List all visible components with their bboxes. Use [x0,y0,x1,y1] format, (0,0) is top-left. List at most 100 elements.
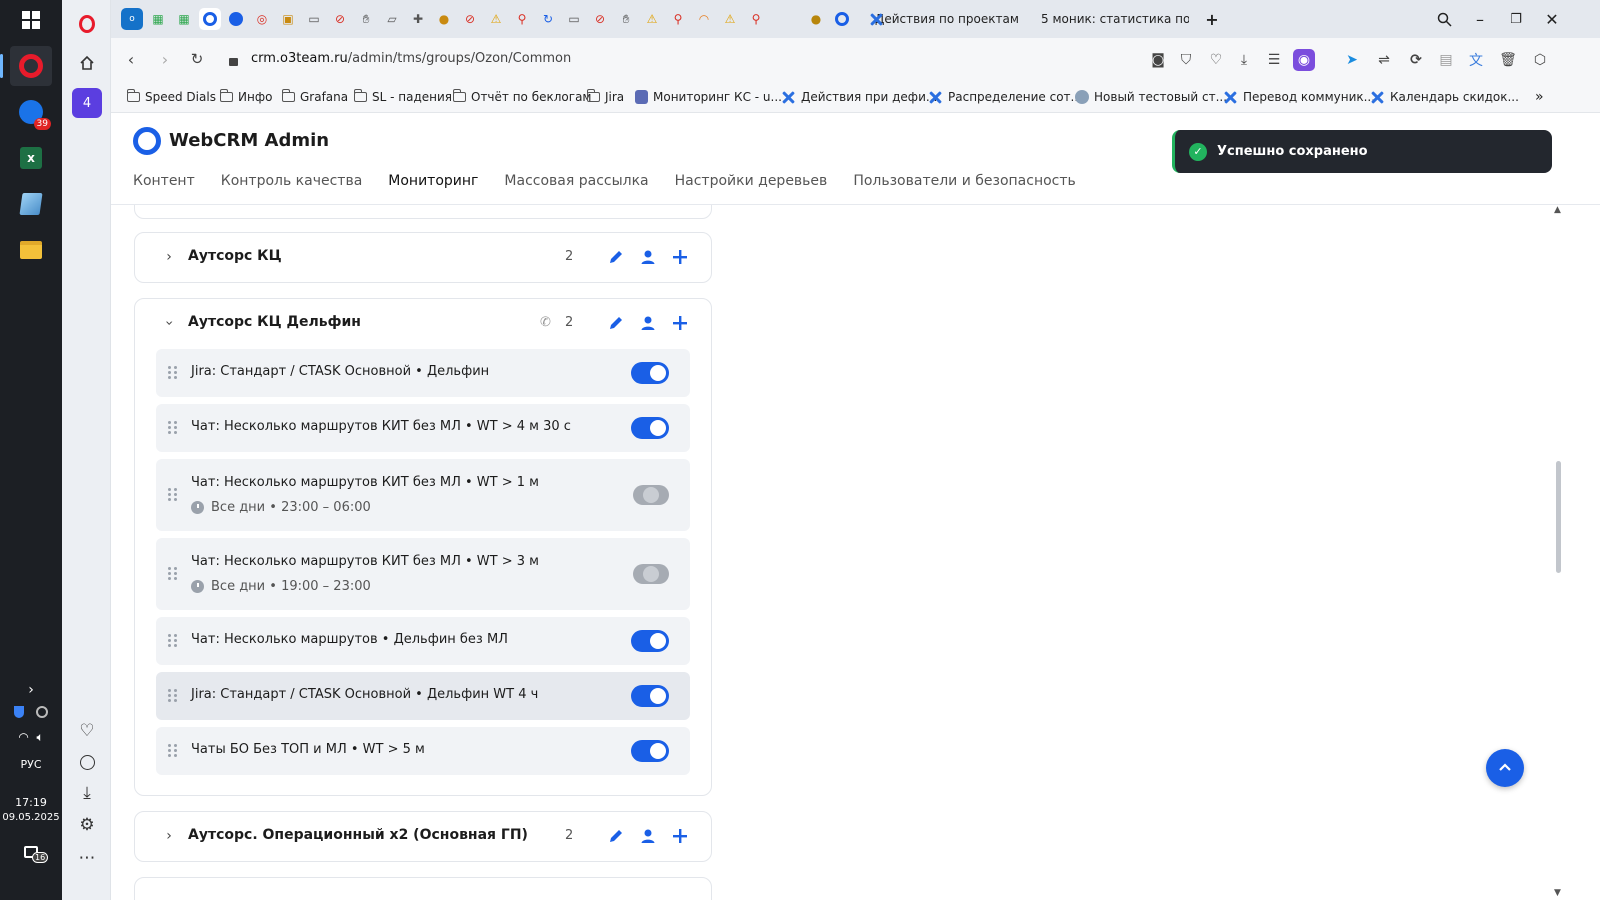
rule-enabled-toggle[interactable] [631,417,669,439]
scrollbar-thumb[interactable] [1556,461,1561,573]
drag-handle-icon[interactable] [168,421,178,435]
pinned-tab-12[interactable]: ↻ [537,8,559,30]
notifications-button[interactable]: 16 [0,846,62,863]
language-indicator[interactable]: РУС [0,758,62,771]
profile-button[interactable]: ◉ [1293,49,1315,71]
tab-statistics[interactable]: 5 моник: статистика по за [1029,5,1189,33]
drag-handle-icon[interactable] [168,488,178,502]
forward-button[interactable]: › [153,48,177,70]
bookmark-defect-actions[interactable]: Действия при дефи... [781,88,937,106]
group-header[interactable]: › Аутсорс КЦ 2 [135,233,711,281]
rule-row[interactable]: Чаты БО Без ТОП и МЛ • WT > 5 м [156,727,690,775]
rule-row[interactable]: Чат: Несколько маршрутов • Дельфин без М… [156,617,690,665]
taskbar-app[interactable] [10,184,52,224]
pinned-tab-5[interactable]: ✋︎ [355,8,377,30]
pinned-tab-21[interactable]: ● [805,8,827,30]
rule-row-hovered[interactable]: Jira: Стандарт / CTASK Основной • Дельфи… [156,672,690,720]
extension-translate[interactable]: 文 [1465,49,1487,71]
add-rule-button[interactable] [669,246,691,268]
pinned-tab-13[interactable]: ▭ [563,8,585,30]
settings-button[interactable]: ⚙ [71,809,103,841]
pinned-tab-19[interactable]: ⚠ [719,8,741,30]
new-tab-button[interactable]: + [1199,6,1225,32]
chevron-right-icon[interactable]: › [160,248,178,266]
close-window-button[interactable]: ✕ [1539,6,1565,32]
more-bookmarks-button[interactable]: » [1535,88,1544,106]
rule-row-scheduled[interactable]: Чат: Несколько маршрутов КИТ без МЛ • WT… [156,459,690,531]
rule-enabled-toggle[interactable] [631,630,669,652]
edit-group-button[interactable] [605,246,627,268]
add-rule-button[interactable] [669,825,691,847]
home-button[interactable] [71,47,103,79]
success-toast[interactable]: ✓ Успешно сохранено [1172,130,1552,173]
bookmark-info[interactable]: Инфо [220,88,272,106]
bookmark-monitoring[interactable]: Мониторинг КС - u... [635,88,782,106]
pinned-tab-20[interactable]: ⚲ [745,8,767,30]
group-header[interactable]: › Аутсорс КЦ Дельфин ✆ 2 [135,299,711,347]
pinned-tab-2[interactable]: ▣ [277,8,299,30]
pinned-tab-8[interactable]: ● [433,8,455,30]
pinned-tab-1[interactable]: ◎ [251,8,273,30]
bookmark-page-button[interactable]: ♡ [1205,49,1227,71]
snapshot-button[interactable]: ◙ [1147,49,1169,71]
start-button[interactable] [10,0,52,40]
taskbar-excel[interactable]: x [10,138,52,178]
downloads-button[interactable]: ⤓ [71,777,103,809]
rule-row-scheduled[interactable]: Чат: Несколько маршрутов КИТ без МЛ • WT… [156,538,690,610]
bookmark-new-test[interactable]: Новый тестовый ст... [1075,88,1227,106]
nav-content[interactable]: Контент [133,173,195,205]
rule-scheduled-toggle[interactable] [633,564,669,584]
security-shield-icon[interactable] [14,706,25,718]
add-rule-button[interactable] [669,312,691,334]
extension-telegram[interactable]: ➤ [1341,49,1363,71]
rule-enabled-toggle[interactable] [631,740,669,762]
pinned-tab-17[interactable]: ⚲ [667,8,689,30]
site-info-button[interactable] [221,48,245,70]
webcrm-logo-icon[interactable] [133,127,161,155]
pinned-tab-11[interactable]: ⚲ [511,8,533,30]
drag-handle-icon[interactable] [168,634,178,648]
pinned-tab-18[interactable]: ◠ [693,8,715,30]
pinned-tab-14[interactable]: ⊘ [589,8,611,30]
nav-users-security[interactable]: Пользователи и безопасность [853,173,1075,205]
scroll-up-arrow-icon[interactable]: ▲ [1554,205,1561,215]
pinned-tab-6[interactable]: ▱ [381,8,403,30]
pinned-tab-15[interactable]: ✋︎ [615,8,637,30]
bookmark-jira[interactable]: Jira [587,88,624,106]
bookmark-staff-distribution[interactable]: Распределение сот... [928,88,1082,106]
pinned-tab-jira[interactable] [225,8,247,30]
edit-group-button[interactable] [605,825,627,847]
nav-monitoring[interactable]: Мониторинг [388,173,479,206]
pinned-tab-sheets-2[interactable]: ▦ [173,8,195,30]
rule-scheduled-toggle[interactable] [633,485,669,505]
tray-expand-icon[interactable]: › [0,682,62,698]
taskbar-explorer[interactable] [10,230,52,270]
extension-2[interactable]: ⇌ [1373,49,1395,71]
favorites-button[interactable]: ♡ [71,715,103,747]
group-users-button[interactable] [637,825,659,847]
url-field[interactable]: crm.o3team.ru/admin/tms/groups/Ozon/Comm… [251,51,571,66]
clock-date[interactable]: 09.05.2025 [0,812,62,823]
group-header[interactable]: › Аутсорс. Операционный x2 (Основная ГП)… [135,812,711,860]
rule-row[interactable]: Чат: Несколько маршрутов КИТ без МЛ • WT… [156,404,690,452]
back-button[interactable]: ‹ [119,48,143,70]
drag-handle-icon[interactable] [168,567,178,581]
pinned-tab-3[interactable]: ▭ [303,8,325,30]
nav-mass-mailing[interactable]: Массовая рассылка [504,173,648,205]
taskbar-app-badge[interactable]: 39 [10,92,52,132]
bookmark-backlog-report[interactable]: Отчёт по беклогам [453,88,591,106]
edit-group-button[interactable] [605,312,627,334]
nav-quality-control[interactable]: Контроль качества [221,173,363,205]
clock-time[interactable]: 17:19 [0,796,62,809]
adblock-button[interactable]: ⛉ [1175,49,1197,71]
pinned-tab-webcrm-active[interactable] [199,8,221,30]
pinned-tab-7[interactable]: ✚ [407,8,429,30]
easy-setup-button[interactable]: ☰ [1263,49,1285,71]
history-button[interactable] [71,746,103,778]
rule-enabled-toggle[interactable] [631,685,669,707]
minimize-button[interactable]: – [1467,6,1493,32]
app-brand[interactable]: WebCRM Admin [169,130,329,151]
extension-4[interactable]: ▤ [1435,49,1457,71]
tab-search-button[interactable] [1431,6,1457,32]
rule-enabled-toggle[interactable] [631,362,669,384]
